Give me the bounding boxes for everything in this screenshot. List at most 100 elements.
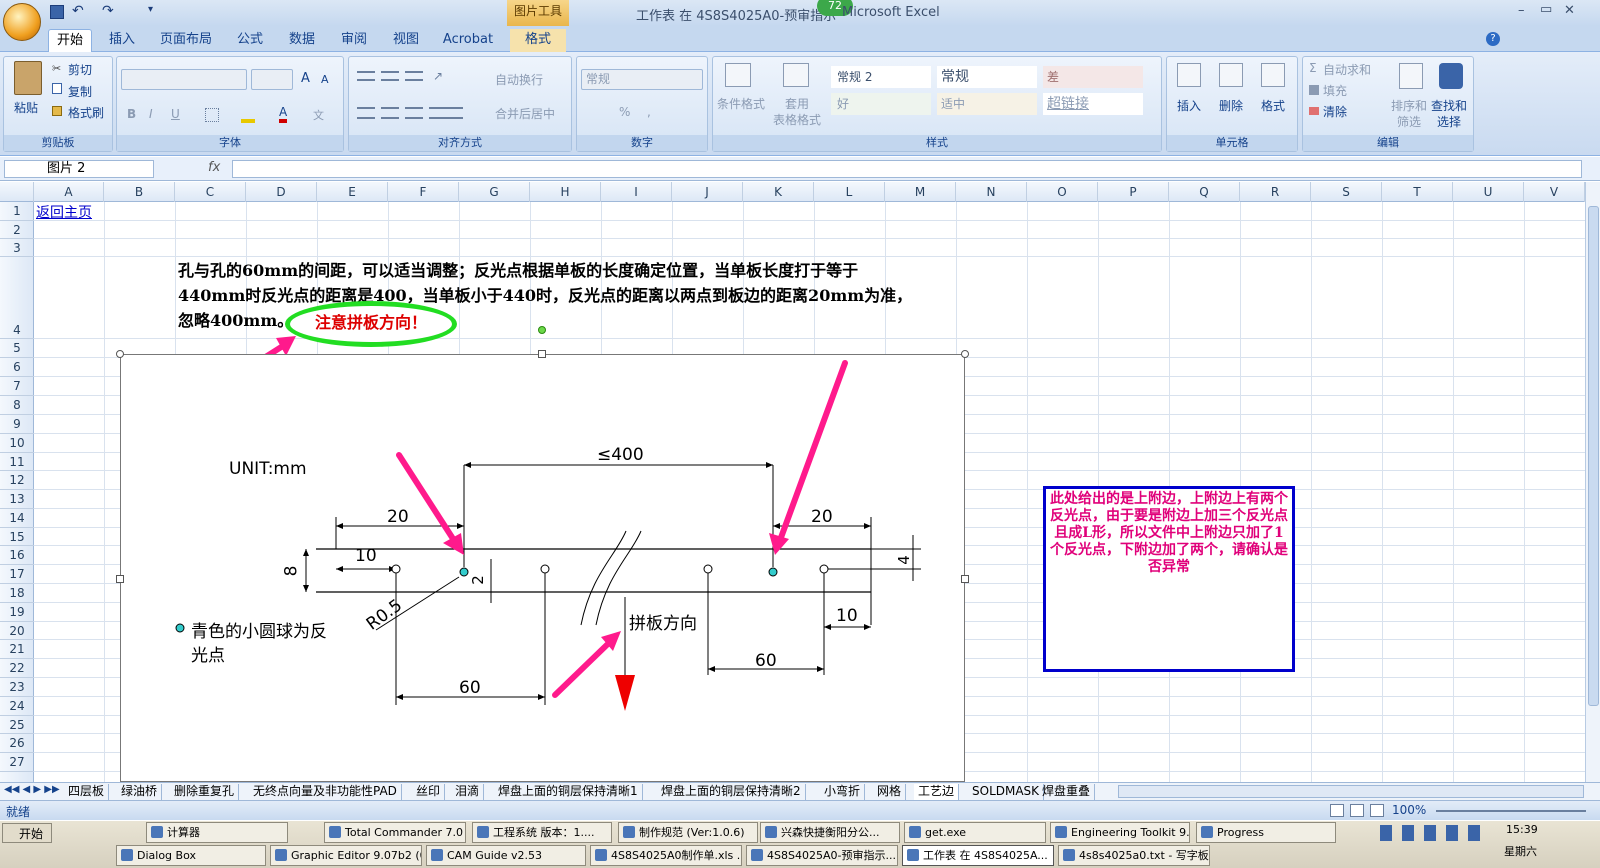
- indent-icon[interactable]: [429, 107, 463, 119]
- fill-button[interactable]: 填充: [1323, 82, 1347, 99]
- maximize-button[interactable]: ▭: [1540, 2, 1552, 17]
- scrollbar-thumb[interactable]: [1588, 206, 1599, 706]
- resize-handle[interactable]: [961, 575, 969, 583]
- taskbar-item[interactable]: Graphic Editor 9.07b2 (0...: [270, 845, 422, 866]
- align-center-icon[interactable]: [381, 107, 399, 119]
- tab-formulas[interactable]: 公式: [228, 29, 272, 52]
- sheet-tab[interactable]: 焊盘上面的铜层保持清晰1: [494, 784, 643, 800]
- name-box[interactable]: 图片 2: [4, 160, 154, 178]
- sheet-tab[interactable]: SOLDMASK: [968, 784, 1045, 800]
- delete-cells-button[interactable]: 删除: [1219, 97, 1243, 114]
- undo-icon[interactable]: ↶: [72, 3, 84, 19]
- sort-filter-icon[interactable]: [1399, 63, 1423, 89]
- align-left-icon[interactable]: [357, 107, 375, 119]
- row-header[interactable]: 22: [0, 659, 34, 678]
- row-header[interactable]: 4: [0, 257, 34, 339]
- row-header[interactable]: 9: [0, 415, 34, 434]
- sheet-tab[interactable]: 小弯折: [820, 784, 866, 800]
- align-right-icon[interactable]: [405, 107, 423, 119]
- sheet-tab[interactable]: 绿油桥: [117, 784, 163, 800]
- sheet-tab[interactable]: 焊盘重叠: [1038, 784, 1096, 800]
- table-format-button-line1[interactable]: 套用: [785, 95, 809, 112]
- row-header[interactable]: 7: [0, 377, 34, 396]
- style-neutral[interactable]: 适中: [937, 93, 1037, 115]
- row-header[interactable]: 27: [0, 753, 34, 772]
- row-header[interactable]: 16: [0, 546, 34, 565]
- fill-color-icon[interactable]: [241, 107, 255, 123]
- comma-button[interactable]: ,: [647, 105, 651, 119]
- formula-fx[interactable]: fx: [208, 160, 220, 175]
- taskbar-item[interactable]: 4S8S4025A0-预审指示...: [746, 845, 898, 866]
- column-header[interactable]: D: [246, 182, 317, 202]
- row-header[interactable]: 10: [0, 434, 34, 453]
- horizontal-scrollbar[interactable]: [1118, 785, 1584, 798]
- sort-filter-button-line2[interactable]: 筛选: [1397, 113, 1421, 130]
- taskbar-item[interactable]: 兴森快捷衡阳分公...: [760, 822, 900, 843]
- sheet-tab[interactable]: 泪滴: [451, 784, 485, 800]
- wrap-text-button[interactable]: 自动换行: [495, 71, 543, 88]
- format-cells-icon[interactable]: [1261, 63, 1285, 87]
- number-format-dropdown[interactable]: 常规: [581, 69, 703, 90]
- taskbar-item[interactable]: 4s8s4025a0.txt - 写字板: [1058, 845, 1210, 866]
- sort-filter-button-line1[interactable]: 排序和: [1391, 97, 1427, 114]
- column-header[interactable]: K: [743, 182, 814, 202]
- row-header[interactable]: 23: [0, 678, 34, 697]
- vertical-scrollbar[interactable]: [1585, 182, 1600, 782]
- redo-icon[interactable]: ↷: [102, 3, 114, 19]
- style-normal[interactable]: 常规: [937, 66, 1037, 88]
- taskbar-item[interactable]: 4S8S4025A0制作单.xls ...: [590, 845, 742, 866]
- row-header[interactable]: 12: [0, 471, 34, 490]
- table-format-icon[interactable]: [783, 63, 809, 87]
- save-icon[interactable]: [50, 5, 64, 19]
- row-header[interactable]: 13: [0, 490, 34, 509]
- insert-cells-button[interactable]: 插入: [1177, 97, 1201, 114]
- row-header[interactable]: 25: [0, 716, 34, 734]
- row-header[interactable]: 19: [0, 603, 34, 622]
- row-header[interactable]: 2: [0, 221, 34, 239]
- zoom-slider[interactable]: [1436, 810, 1586, 812]
- insert-cells-icon[interactable]: [1177, 63, 1201, 87]
- style-bad[interactable]: 差: [1043, 66, 1143, 88]
- view-normal-icon[interactable]: [1330, 804, 1344, 817]
- sheet-nav-icons[interactable]: ◀◀ ◀ ▶ ▶▶: [4, 784, 60, 795]
- font-name-dropdown[interactable]: [121, 69, 247, 90]
- column-header[interactable]: P: [1098, 182, 1169, 202]
- row-header[interactable]: 8: [0, 396, 34, 415]
- start-button[interactable]: 开始: [2, 823, 52, 843]
- row-header[interactable]: 11: [0, 453, 34, 471]
- office-button[interactable]: [3, 3, 41, 41]
- style-hyperlink[interactable]: 超链接: [1043, 93, 1143, 115]
- resize-handle[interactable]: [116, 575, 124, 583]
- bold-button[interactable]: B: [127, 107, 136, 121]
- find-select-button-line2[interactable]: 选择: [1437, 113, 1461, 130]
- zoom-level[interactable]: 100%: [1392, 803, 1426, 817]
- row-header[interactable]: 24: [0, 697, 34, 716]
- view-page-break-icon[interactable]: [1370, 804, 1384, 817]
- table-format-button-line2[interactable]: 表格格式: [773, 111, 821, 128]
- tab-insert[interactable]: 插入: [100, 29, 144, 52]
- taskbar-item[interactable]: 工程系统 版本：1....: [472, 822, 612, 843]
- copy-icon[interactable]: [52, 83, 62, 94]
- conditional-format-icon[interactable]: [725, 63, 751, 87]
- view-page-layout-icon[interactable]: [1350, 804, 1364, 817]
- tab-data[interactable]: 数据: [280, 29, 324, 52]
- sheet-tab[interactable]: 网格: [873, 784, 907, 800]
- column-header[interactable]: A: [34, 182, 104, 202]
- row-header[interactable]: 20: [0, 622, 34, 640]
- cut-icon[interactable]: ✂: [52, 62, 61, 75]
- column-header[interactable]: T: [1382, 182, 1453, 202]
- clear-button[interactable]: 清除: [1323, 103, 1347, 120]
- column-header[interactable]: B: [104, 182, 175, 202]
- column-header[interactable]: G: [459, 182, 530, 202]
- taskbar-item[interactable]: Progress: [1196, 822, 1336, 843]
- resize-handle[interactable]: [116, 350, 124, 358]
- column-header[interactable]: F: [388, 182, 459, 202]
- tab-picture-format[interactable]: 格式: [510, 29, 566, 52]
- column-header[interactable]: O: [1027, 182, 1098, 202]
- font-size-dropdown[interactable]: [251, 69, 293, 90]
- tab-review[interactable]: 审阅: [332, 29, 376, 52]
- sheet-tab[interactable]: 无终点向量及非功能性PAD: [249, 784, 402, 800]
- column-header[interactable]: V: [1524, 182, 1585, 202]
- taskbar-item[interactable]: Engineering Toolkit 9....: [1050, 822, 1190, 843]
- paste-icon[interactable]: [14, 61, 42, 95]
